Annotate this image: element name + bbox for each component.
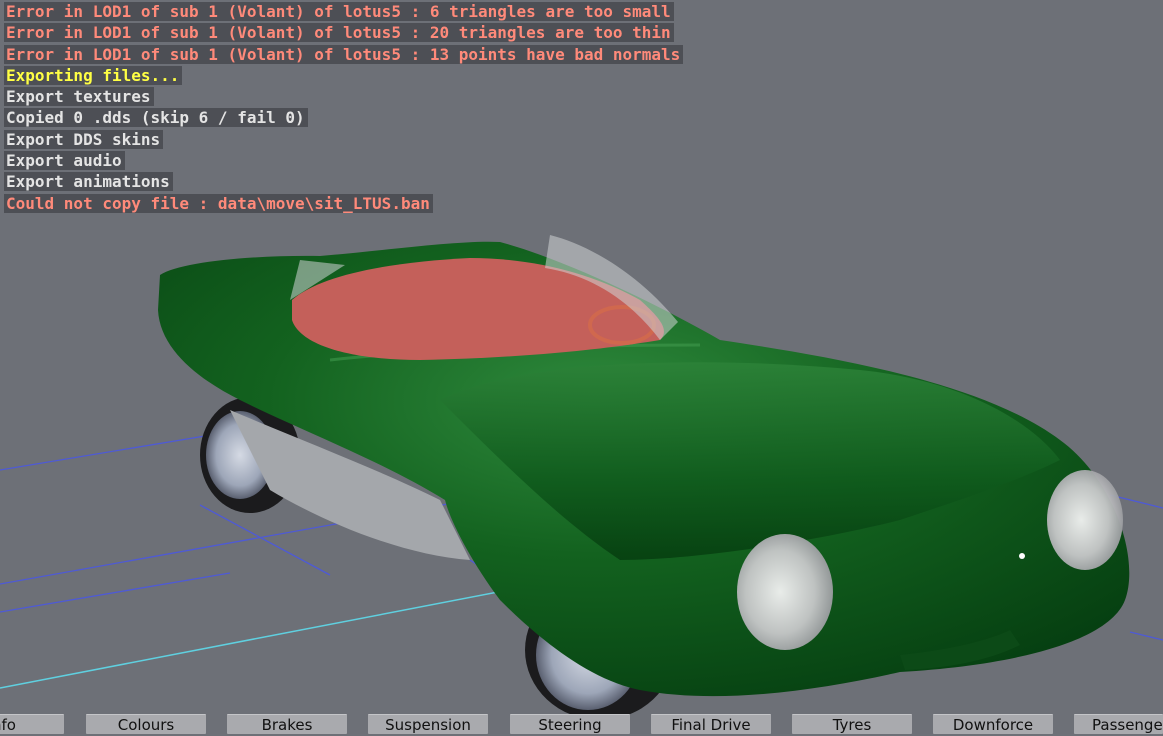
ground-axis-line [0,579,561,689]
log-line: Error in LOD1 of sub 1 (Volant) of lotus… [4,23,674,43]
tab-tyres[interactable]: Tyres [792,714,912,734]
tab-final-drive[interactable]: Final Drive [651,714,771,734]
tab-suspension[interactable]: Suspension [368,714,488,734]
export-log: Error in LOD1 of sub 1 (Volant) of lotus… [4,2,704,215]
log-line: Error in LOD1 of sub 1 (Volant) of lotus… [4,2,674,21]
log-line: Export textures [4,87,154,107]
tab-brakes[interactable]: Brakes [227,714,347,734]
tab-downforce[interactable]: Downforce [933,714,1053,734]
tab-colours[interactable]: Colours [86,714,206,734]
log-line: Could not copy file : data\move\sit_LTUS… [4,193,433,213]
tab-passengers[interactable]: Passenge [1074,714,1163,734]
car-model [158,235,1130,720]
log-line: Error in LOD1 of sub 1 (Volant) of lotus… [4,44,684,64]
log-line: Export DDS skins [4,129,164,149]
bottom-tab-bar: nfo Colours Brakes Suspension Steering F… [0,713,1163,736]
log-line: Export animations [4,172,173,192]
log-line: Exporting files... [4,65,183,85]
log-line: Export audio [4,151,125,171]
tab-info[interactable]: nfo [0,714,64,734]
log-line: Copied 0 .dds (skip 6 / fail 0) [4,108,308,128]
tab-steering[interactable]: Steering [510,714,630,734]
